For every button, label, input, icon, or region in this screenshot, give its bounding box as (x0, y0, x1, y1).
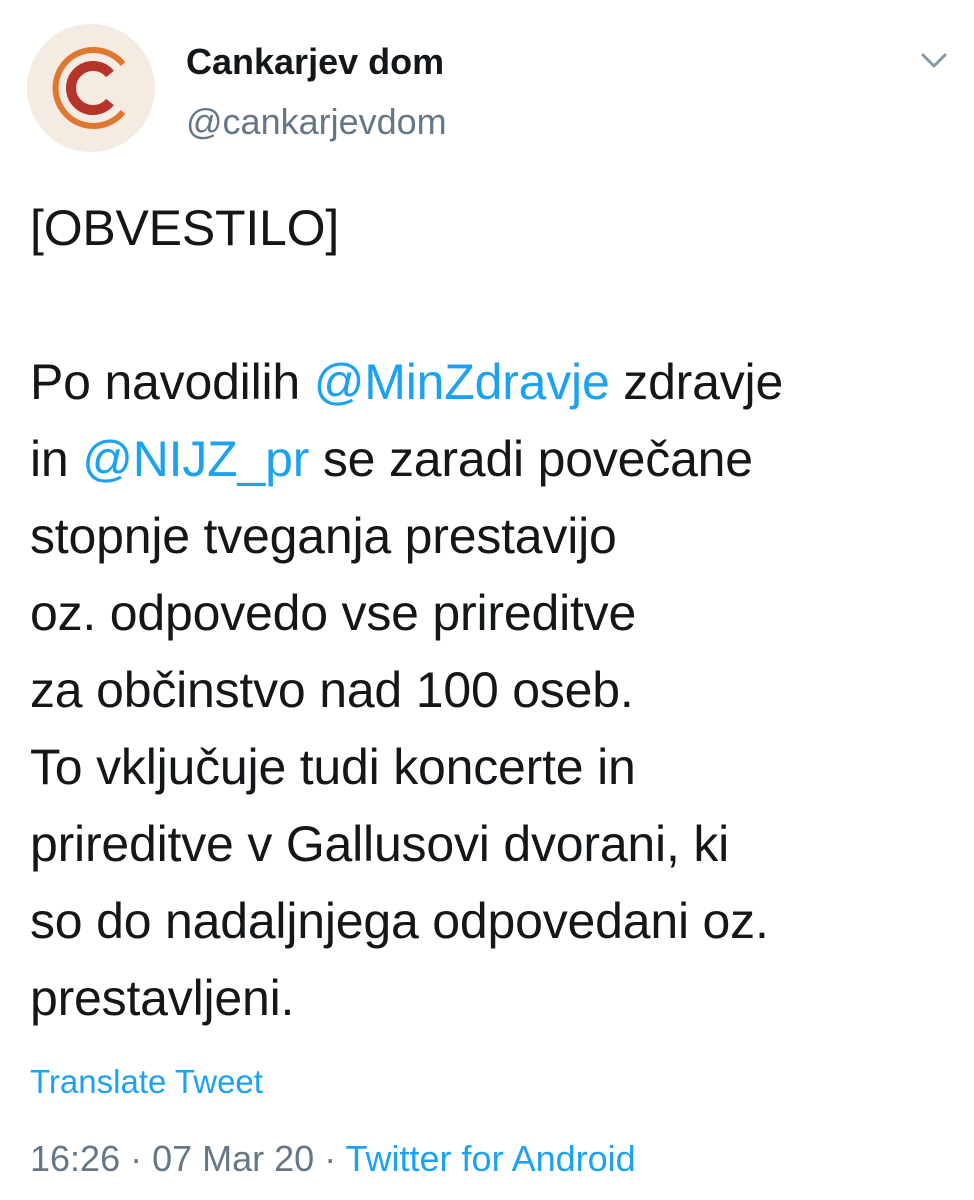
text-segment: zdravje (609, 354, 784, 410)
translate-tweet-link[interactable]: Translate Tweet (30, 1062, 263, 1102)
tweet-date: 07 Mar 20 (152, 1138, 315, 1179)
tweet-line: za občinstvo nad 100 oseb. (30, 662, 634, 718)
tweet-time: 16:26 (30, 1138, 121, 1179)
chevron-down-icon[interactable] (916, 46, 952, 76)
cankarjev-dom-logo-icon (52, 47, 126, 129)
avatar[interactable] (27, 24, 155, 152)
text-segment: se zaradi povečane (309, 431, 753, 487)
tweet-heading: [OBVESTILO] (30, 200, 340, 256)
author-display-name[interactable]: Cankarjev dom (186, 40, 444, 84)
tweet-line: so do nadaljnjega odpovedani oz. (30, 893, 769, 949)
tweet-meta: 16:26 · 07 Mar 20 · Twitter for Android (30, 1136, 636, 1182)
author-handle[interactable]: @cankarjevdom (186, 100, 447, 144)
tweet-source-link[interactable]: Twitter for Android (346, 1138, 636, 1179)
meta-separator: · (120, 1138, 153, 1179)
mention-link-nijz-pr[interactable]: @NIJZ_pr (82, 431, 309, 487)
tweet-line: Po navodilih @MinZdravje zdravje (30, 344, 960, 421)
meta-separator: · (314, 1138, 346, 1179)
tweet-line: stopnje tveganja prestavijo (30, 508, 617, 564)
text-segment: Po navodilih (30, 354, 314, 410)
tweet-line: in @NIJZ_pr se zaradi povečane (30, 421, 960, 498)
tweet-line: To vključuje tudi koncerte in (30, 739, 636, 795)
tweet-line: oz. odpovedo vse prireditve (30, 585, 637, 641)
tweet-detail: Cankarjev dom @cankarjevdom [OBVESTILO] … (0, 0, 974, 1200)
tweet-line: prestavljeni. (30, 970, 295, 1026)
tweet-text: [OBVESTILO] Po navodilih @MinZdravje zdr… (30, 190, 960, 1037)
text-segment: in (30, 431, 83, 487)
tweet-line: prireditve v Gallusovi dvorani, ki (30, 816, 730, 872)
mention-link-minzdravje[interactable]: @MinZdravje (314, 354, 610, 410)
